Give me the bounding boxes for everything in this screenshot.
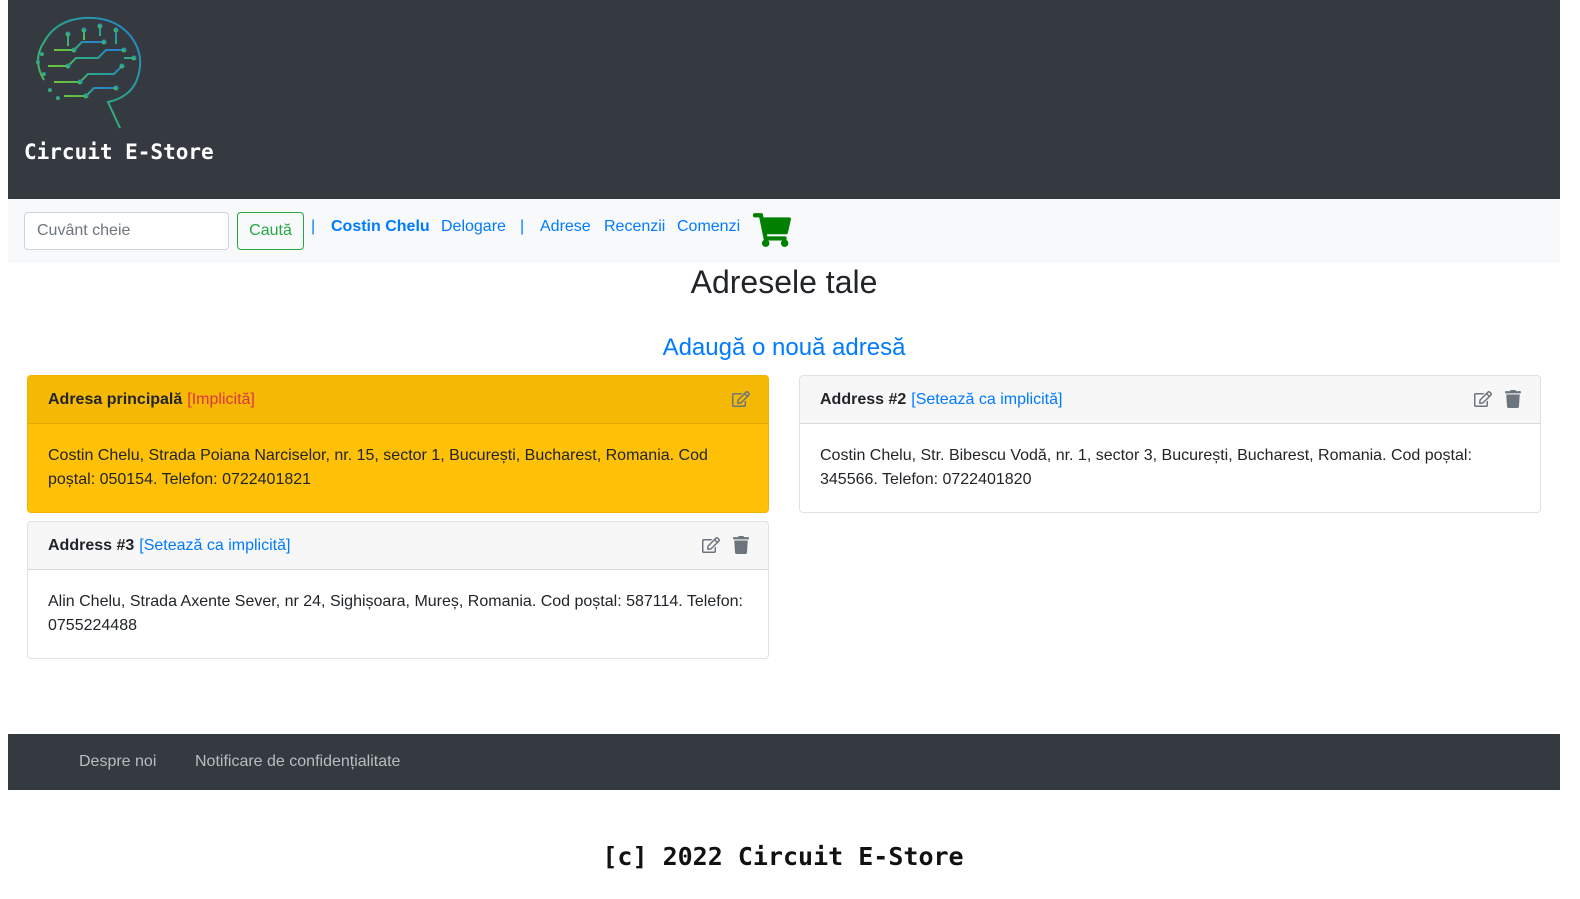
nav-separator: | xyxy=(311,218,316,235)
page-title: Adresele tale xyxy=(690,264,878,300)
trash-icon[interactable] xyxy=(732,536,750,554)
about-link[interactable]: Despre noi xyxy=(79,753,156,771)
site-header: Circuit E-Store xyxy=(8,0,1560,199)
shopping-cart-icon[interactable] xyxy=(753,213,791,247)
nav-separator: | xyxy=(520,218,525,235)
edit-icon[interactable] xyxy=(702,536,720,554)
address-title: Address #3 xyxy=(48,536,135,554)
site-footer: Despre noi Notificare de confidențialita… xyxy=(8,734,1560,790)
set-default-link[interactable]: [Setează ca implicită] xyxy=(911,391,1062,409)
user-name-link[interactable]: Costin Chelu xyxy=(331,218,430,236)
copyright: [c] 2022 Circuit E-Store xyxy=(602,842,964,871)
addresses-link[interactable]: Adrese xyxy=(540,218,591,236)
address-text: Alin Chelu, Strada Axente Sever, nr 24, … xyxy=(48,593,743,634)
reviews-link[interactable]: Recenzii xyxy=(604,218,665,236)
address-card: Address #3 [Setează ca implicită] Alin C… xyxy=(27,521,769,659)
search-input[interactable] xyxy=(24,212,229,250)
add-address-link[interactable]: Adaugă o nouă adresă xyxy=(0,334,1568,362)
trash-icon[interactable] xyxy=(1504,390,1522,408)
card-header: Address #2 [Setează ca implicită] xyxy=(800,376,1540,424)
address-title: Adresa principală xyxy=(48,390,183,408)
card-header: Adresa principală [Implicită] xyxy=(28,376,768,424)
circuit-brain-icon[interactable] xyxy=(24,10,148,134)
address-title: Address #2 xyxy=(820,390,907,408)
card-header: Address #3 [Setează ca implicită] xyxy=(28,522,768,570)
address-card-primary: Adresa principală [Implicită] Costin Che… xyxy=(27,375,769,513)
edit-icon[interactable] xyxy=(732,390,750,408)
address-card: Address #2 [Setează ca implicită] Costin… xyxy=(799,375,1541,513)
navbar: Caută | Costin Chelu Delogare | Adrese R… xyxy=(8,199,1560,263)
edit-icon[interactable] xyxy=(1474,390,1492,408)
privacy-link[interactable]: Notificare de confidențialitate xyxy=(195,753,400,771)
logout-link[interactable]: Delogare xyxy=(441,218,506,236)
address-text: Costin Chelu, Str. Bibescu Vodă, nr. 1, … xyxy=(820,447,1472,488)
set-default-link[interactable]: [Setează ca implicită] xyxy=(139,537,290,555)
search-button[interactable]: Caută xyxy=(237,212,304,250)
orders-link[interactable]: Comenzi xyxy=(677,218,740,236)
default-badge: [Implicită] xyxy=(187,390,255,408)
address-text: Costin Chelu, Strada Poiana Narciselor, … xyxy=(48,447,708,488)
brand-name[interactable]: Circuit E-Store xyxy=(24,140,214,164)
